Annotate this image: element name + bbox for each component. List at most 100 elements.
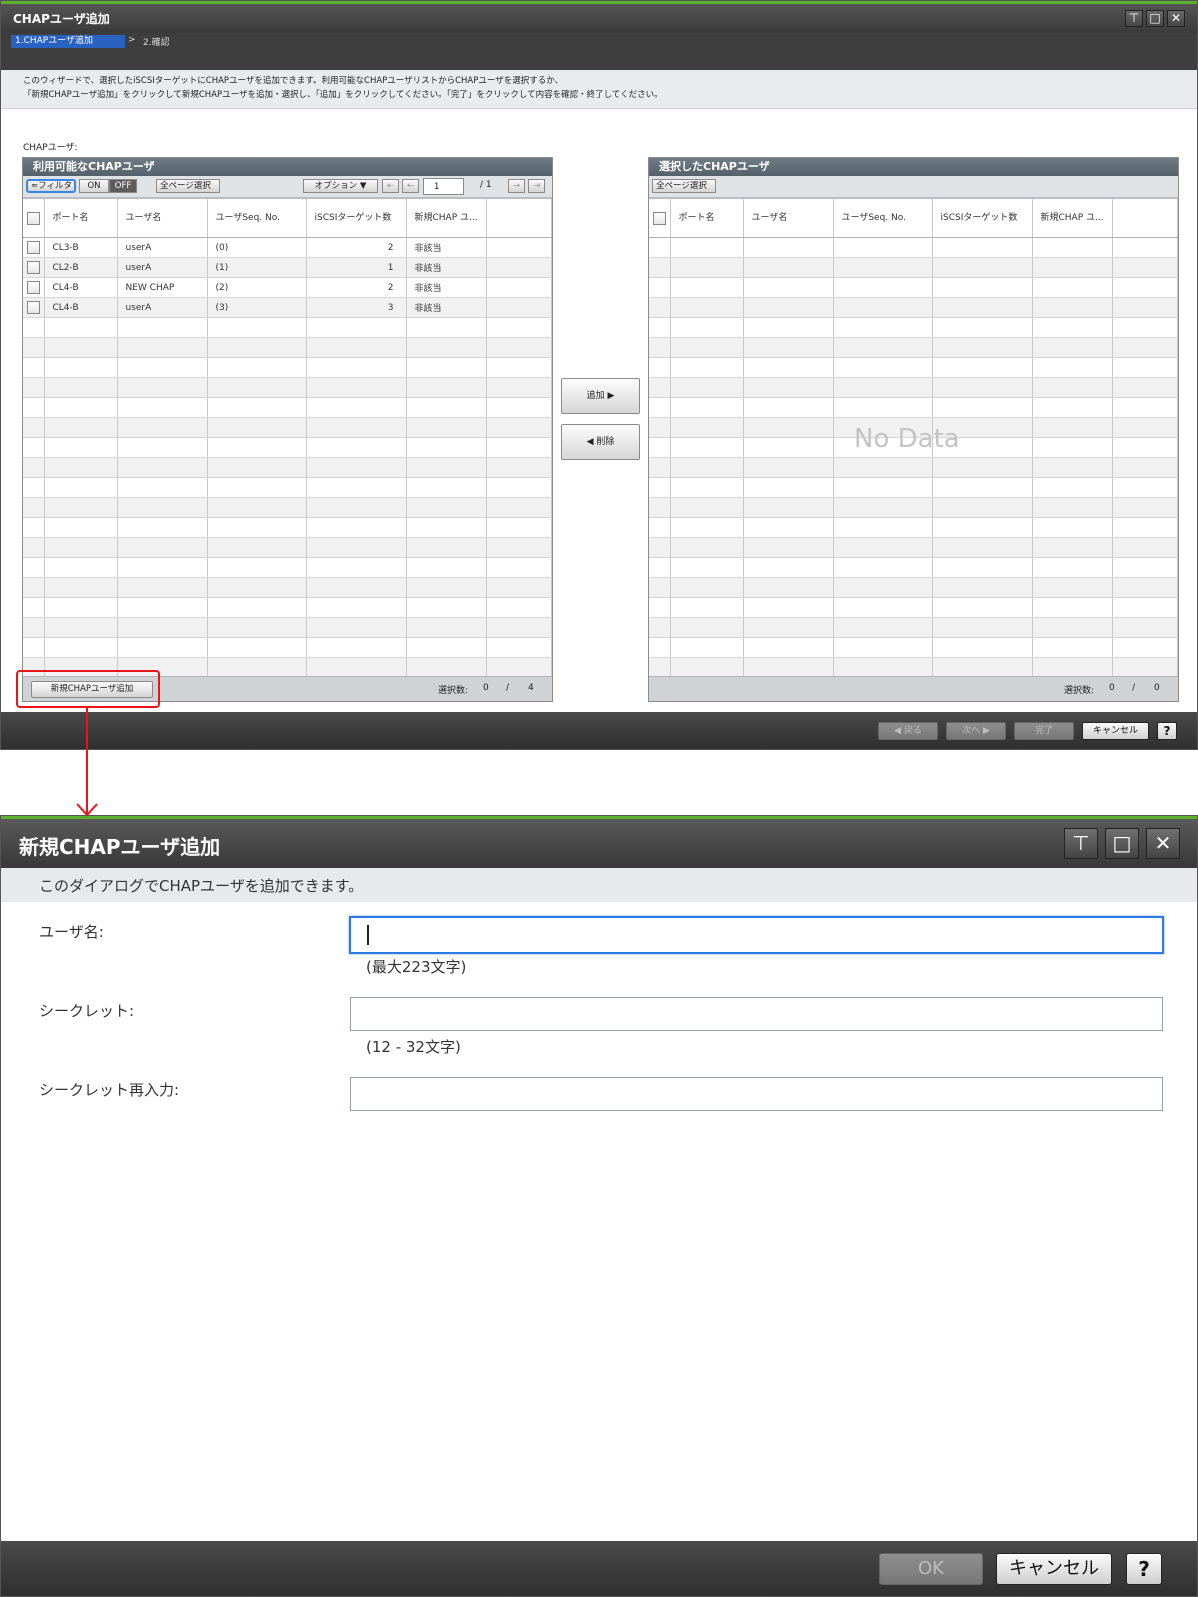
col-user-name[interactable]: ユーザ名 (117, 199, 208, 238)
selected-table-row[interactable] (649, 337, 1178, 358)
col-port-name[interactable]: ポート名 (44, 199, 118, 238)
sel-col-port-name[interactable]: ポート名 (670, 199, 744, 238)
selected-table-row[interactable] (649, 377, 1178, 398)
sel-col-user-seq-no[interactable]: ユーザSeq. No. (833, 199, 933, 238)
dialog-help-icon[interactable]: ? (1126, 1553, 1162, 1585)
finish-button[interactable]: 完了 (1014, 722, 1074, 740)
selected-table-row[interactable] (649, 397, 1178, 418)
available-iscsi-target-count-cell (306, 477, 407, 498)
sel-col-iscsi-target-count[interactable]: iSCSIターゲット数 (932, 199, 1033, 238)
available-table-row[interactable] (23, 597, 552, 618)
selected-select-all-pages-button[interactable]: 全ページ選択 (652, 179, 716, 193)
dialog-maximize-icon[interactable]: □ (1105, 828, 1139, 859)
cancel-button[interactable]: キャンセル (1082, 722, 1149, 740)
next-button[interactable]: 次へ ▶ (946, 722, 1006, 740)
available-iscsi-target-count-cell (306, 317, 407, 338)
available-table-row[interactable] (23, 637, 552, 658)
available-table-row[interactable] (23, 377, 552, 398)
first-page-icon[interactable]: ⇤ (382, 179, 399, 193)
available-row-checkbox[interactable] (23, 277, 45, 298)
available-table-row[interactable] (23, 317, 552, 338)
col-user-seq-no[interactable]: ユーザSeq. No. (207, 199, 307, 238)
selected-port-name-cell (670, 577, 744, 598)
selected-table-row[interactable] (649, 277, 1178, 298)
selected-table-row[interactable] (649, 257, 1178, 278)
selected-table-row[interactable] (649, 577, 1178, 598)
dialog-close-icon[interactable]: ✕ (1146, 828, 1180, 859)
selected-table-row[interactable] (649, 297, 1178, 318)
secret-confirm-input[interactable] (350, 1077, 1163, 1111)
filter-on-toggle[interactable]: ON (79, 179, 109, 193)
selected-table-row[interactable] (649, 597, 1178, 618)
available-table-row[interactable] (23, 477, 552, 498)
prev-page-icon[interactable]: ← (402, 179, 419, 193)
selected-table-row[interactable] (649, 657, 1178, 678)
available-table-row[interactable] (23, 617, 552, 638)
selected-row-checkbox (649, 557, 671, 578)
selected-select-all-checkbox[interactable] (649, 199, 671, 238)
selected-table-row[interactable] (649, 497, 1178, 518)
available-table-row[interactable] (23, 457, 552, 478)
available-row-checkbox[interactable] (23, 237, 45, 258)
selected-table-row[interactable] (649, 237, 1178, 258)
select-all-checkbox[interactable] (23, 199, 45, 238)
back-button[interactable]: ◀ 戻る (878, 722, 938, 740)
available-table-row[interactable]: CL4-B NEW CHAP (2) 2 非該当 (23, 277, 552, 298)
dialog-pin-icon[interactable]: ⊤ (1064, 828, 1098, 859)
available-table-row[interactable] (23, 517, 552, 538)
dialog-cancel-button[interactable]: キャンセル (996, 1553, 1112, 1585)
selected-iscsi-target-count-cell (932, 497, 1033, 518)
filter-off-toggle[interactable]: OFF (109, 179, 137, 193)
selected-row-checkbox (649, 417, 671, 438)
available-row-checkbox[interactable] (23, 297, 45, 318)
help-icon[interactable]: ? (1157, 722, 1177, 740)
available-table-row[interactable] (23, 337, 552, 358)
available-table-row[interactable] (23, 537, 552, 558)
maximize-icon[interactable]: □ (1146, 10, 1164, 27)
available-table-row[interactable] (23, 497, 552, 518)
last-page-icon[interactable]: ⇥ (528, 179, 545, 193)
available-table-row[interactable] (23, 557, 552, 578)
sel-col-new-chap-user[interactable]: 新規CHAP ユ... (1032, 199, 1113, 238)
add-button[interactable]: 追加 ▶ (561, 378, 640, 414)
available-iscsi-target-count-cell (306, 437, 407, 458)
selected-table-row[interactable] (649, 357, 1178, 378)
available-table-row[interactable]: CL4-B userA (3) 3 非該当 (23, 297, 552, 318)
available-row-checkbox[interactable] (23, 257, 45, 278)
selected-table-row[interactable] (649, 477, 1178, 498)
next-page-icon[interactable]: → (508, 179, 525, 193)
available-table-row[interactable]: CL3-B userA (0) 2 非該当 (23, 237, 552, 258)
selected-table-row[interactable] (649, 317, 1178, 338)
pin-icon[interactable]: ⊤ (1125, 10, 1143, 27)
available-row-checkbox (23, 317, 45, 338)
select-all-pages-button[interactable]: 全ページ選択 (156, 179, 220, 193)
available-table-row[interactable] (23, 577, 552, 598)
ok-button[interactable]: OK (879, 1553, 983, 1585)
available-table-row[interactable]: CL2-B userA (1) 1 非該当 (23, 257, 552, 278)
sel-col-user-name[interactable]: ユーザ名 (743, 199, 834, 238)
available-user-name-cell (117, 417, 208, 438)
available-table-row[interactable] (23, 357, 552, 378)
available-table-row[interactable] (23, 397, 552, 418)
selected-table-row[interactable] (649, 517, 1178, 538)
filter-button[interactable]: ≈フィルタ (26, 179, 76, 193)
col-new-chap-user[interactable]: 新規CHAP ユ... (406, 199, 487, 238)
close-icon[interactable]: ✕ (1167, 10, 1185, 27)
selected-seq-no-cell (833, 457, 933, 478)
selected-user-name-cell (743, 457, 834, 478)
secret-input[interactable] (350, 997, 1163, 1031)
options-dropdown[interactable]: オプション ▼ (303, 179, 378, 193)
remove-button[interactable]: ◀ 削除 (561, 424, 640, 460)
selected-table-row[interactable] (649, 457, 1178, 478)
selected-table-row[interactable] (649, 617, 1178, 638)
col-iscsi-target-count[interactable]: iSCSIターゲット数 (306, 199, 407, 238)
available-table-row[interactable] (23, 437, 552, 458)
selected-table-row[interactable] (649, 557, 1178, 578)
selected-table-row[interactable] (649, 637, 1178, 658)
selected-port-name-cell (670, 557, 744, 578)
available-table-row[interactable] (23, 417, 552, 438)
page-number-input[interactable] (423, 178, 464, 195)
user-name-input[interactable] (349, 916, 1164, 954)
selected-table-row[interactable] (649, 537, 1178, 558)
selected-filler-cell (1112, 317, 1178, 338)
